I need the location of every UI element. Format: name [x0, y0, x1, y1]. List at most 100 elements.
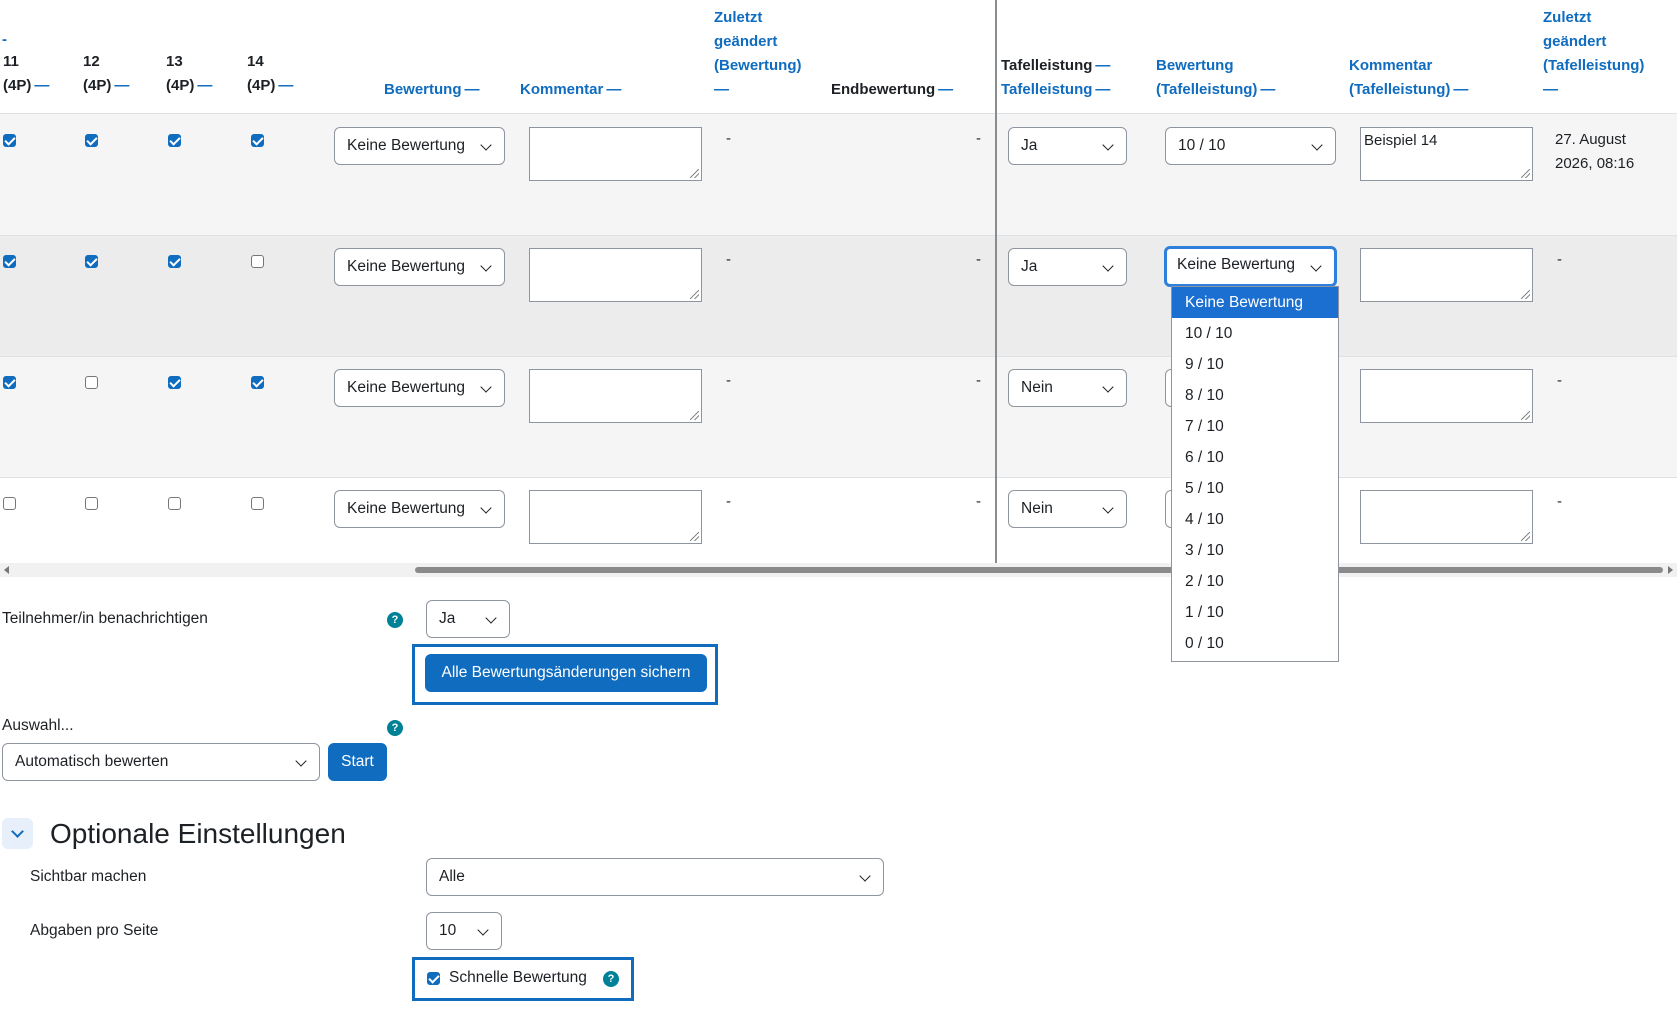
chevron-down-icon: [480, 381, 492, 393]
header-col-14: 14 (4P) —: [247, 53, 294, 94]
collapse-icon[interactable]: —: [714, 78, 802, 102]
tafel-comment-textarea[interactable]: [1360, 490, 1533, 544]
resize-grip-icon[interactable]: [1521, 290, 1530, 299]
collapse-icon[interactable]: —: [938, 81, 953, 98]
row1-check-14[interactable]: [251, 134, 264, 147]
notify-select[interactable]: Ja: [426, 600, 510, 638]
comment-textarea[interactable]: [529, 369, 702, 423]
dropdown-option[interactable]: 6 / 10: [1172, 442, 1338, 473]
header-kommentar-tafel[interactable]: Kommentar (Tafelleistung) —: [1349, 54, 1468, 102]
header-bewertung-tafel[interactable]: Bewertung (Tafelleistung) —: [1156, 54, 1275, 102]
collapse-icon[interactable]: —: [1095, 57, 1110, 74]
tafel-select[interactable]: Nein: [1008, 490, 1127, 528]
dropdown-option[interactable]: 0 / 10: [1172, 628, 1338, 659]
final-grade-value: -: [976, 372, 981, 389]
help-icon[interactable]: ?: [603, 971, 619, 987]
comment-textarea[interactable]: [529, 490, 702, 544]
scroll-right-icon[interactable]: [1668, 566, 1673, 574]
collapse-icon[interactable]: —: [1260, 81, 1275, 98]
tafel-modified-value: -: [1557, 372, 1562, 389]
horizontal-scrollbar[interactable]: [0, 563, 1677, 577]
row1-check-12[interactable]: [85, 134, 98, 147]
row2-check-12[interactable]: [85, 255, 98, 268]
resize-grip-icon[interactable]: [1521, 169, 1530, 178]
resize-grip-icon[interactable]: [690, 411, 699, 420]
tafel-comment-textarea[interactable]: Beispiel 14: [1360, 127, 1533, 181]
chevron-down-icon: [1310, 260, 1322, 272]
row1-check-13[interactable]: [168, 134, 181, 147]
bulk-action-select[interactable]: Automatisch bewerten: [2, 743, 320, 781]
dropdown-option[interactable]: 1 / 10: [1172, 597, 1338, 628]
row4-check-12[interactable]: [85, 497, 98, 510]
resize-grip-icon[interactable]: [690, 532, 699, 541]
collapse-icon[interactable]: —: [278, 77, 293, 94]
row3-check-14[interactable]: [251, 376, 264, 389]
dropdown-option[interactable]: 9 / 10: [1172, 349, 1338, 380]
tafel-comment-textarea[interactable]: [1360, 369, 1533, 423]
help-icon[interactable]: ?: [387, 720, 403, 736]
comment-textarea[interactable]: [529, 127, 702, 181]
visible-select[interactable]: Alle: [426, 858, 884, 896]
grade-select[interactable]: Keine Bewertung: [334, 248, 505, 286]
resize-grip-icon[interactable]: [1521, 532, 1530, 541]
collapse-icon[interactable]: —: [1453, 81, 1468, 98]
header-collapse-dash[interactable]: -: [2, 28, 7, 52]
row4-check-13[interactable]: [168, 497, 181, 510]
dropdown-option[interactable]: 4 / 10: [1172, 504, 1338, 535]
tafel-grade-select[interactable]: 10 / 10: [1165, 127, 1336, 165]
collapse-icon[interactable]: —: [465, 81, 480, 98]
row3-check-11[interactable]: [3, 376, 16, 389]
grade-select[interactable]: Keine Bewertung: [334, 127, 505, 165]
collapse-icon[interactable]: —: [1095, 81, 1110, 98]
row2-check-14[interactable]: [251, 255, 264, 268]
chevron-down-icon: [859, 870, 871, 882]
tafel-select[interactable]: Ja: [1008, 248, 1127, 286]
tafel-select[interactable]: Ja: [1008, 127, 1127, 165]
collapse-icon[interactable]: —: [34, 77, 49, 94]
header-tafelleistung: Tafelleistung — Tafelleistung —: [1001, 57, 1111, 98]
row3-check-12[interactable]: [85, 376, 98, 389]
collapse-toggle[interactable]: [2, 818, 33, 849]
header-bewertung[interactable]: Bewertung —: [384, 78, 480, 102]
tafel-grade-select-open[interactable]: Keine Bewertung: [1164, 246, 1337, 287]
quick-grading-checkbox[interactable]: [427, 972, 440, 985]
scroll-left-icon[interactable]: [4, 566, 9, 574]
grade-select[interactable]: Keine Bewertung: [334, 490, 505, 528]
help-icon[interactable]: ?: [387, 612, 403, 628]
collapse-icon[interactable]: —: [197, 77, 212, 94]
final-grade-value: -: [976, 251, 981, 268]
tafel-select[interactable]: Nein: [1008, 369, 1127, 407]
dropdown-option[interactable]: 8 / 10: [1172, 380, 1338, 411]
scrollbar-thumb[interactable]: [415, 567, 1663, 573]
header-zuletzt-tafel[interactable]: Zuletzt geändert (Tafelleistung) —: [1543, 6, 1644, 102]
start-button[interactable]: Start: [328, 743, 387, 781]
row2-check-11[interactable]: [3, 255, 16, 268]
header-kommentar[interactable]: Kommentar —: [520, 78, 621, 102]
row4-check-14[interactable]: [251, 497, 264, 510]
save-all-grades-button[interactable]: Alle Bewertungsänderungen sichern: [425, 654, 707, 692]
grade-select[interactable]: Keine Bewertung: [334, 369, 505, 407]
dropdown-option[interactable]: 7 / 10: [1172, 411, 1338, 442]
resize-grip-icon[interactable]: [690, 169, 699, 178]
comment-textarea[interactable]: [529, 248, 702, 302]
chevron-down-icon: [480, 139, 492, 151]
collapse-icon[interactable]: —: [606, 81, 621, 98]
collapse-icon[interactable]: —: [1543, 78, 1644, 102]
row2-check-13[interactable]: [168, 255, 181, 268]
tafel-comment-textarea[interactable]: [1360, 248, 1533, 302]
dropdown-option[interactable]: 3 / 10: [1172, 535, 1338, 566]
row1-check-11[interactable]: [3, 134, 16, 147]
dropdown-option[interactable]: Keine Bewertung: [1172, 287, 1338, 318]
dropdown-option[interactable]: 2 / 10: [1172, 566, 1338, 597]
row3-check-13[interactable]: [168, 376, 181, 389]
resize-grip-icon[interactable]: [1521, 411, 1530, 420]
collapse-icon[interactable]: —: [114, 77, 129, 94]
perpage-select[interactable]: 10: [426, 912, 502, 950]
resize-grip-icon[interactable]: [690, 290, 699, 299]
row4-check-11[interactable]: [3, 497, 16, 510]
tafel-grade-options: Keine Bewertung 10 / 10 9 / 10 8 / 10 7 / 10…: [1171, 286, 1339, 662]
dropdown-option[interactable]: 5 / 10: [1172, 473, 1338, 504]
header-col-11: 11 (4P) —: [3, 53, 50, 94]
header-zuletzt-bewertung[interactable]: Zuletzt geändert (Bewertung) —: [714, 6, 802, 102]
dropdown-option[interactable]: 10 / 10: [1172, 318, 1338, 349]
